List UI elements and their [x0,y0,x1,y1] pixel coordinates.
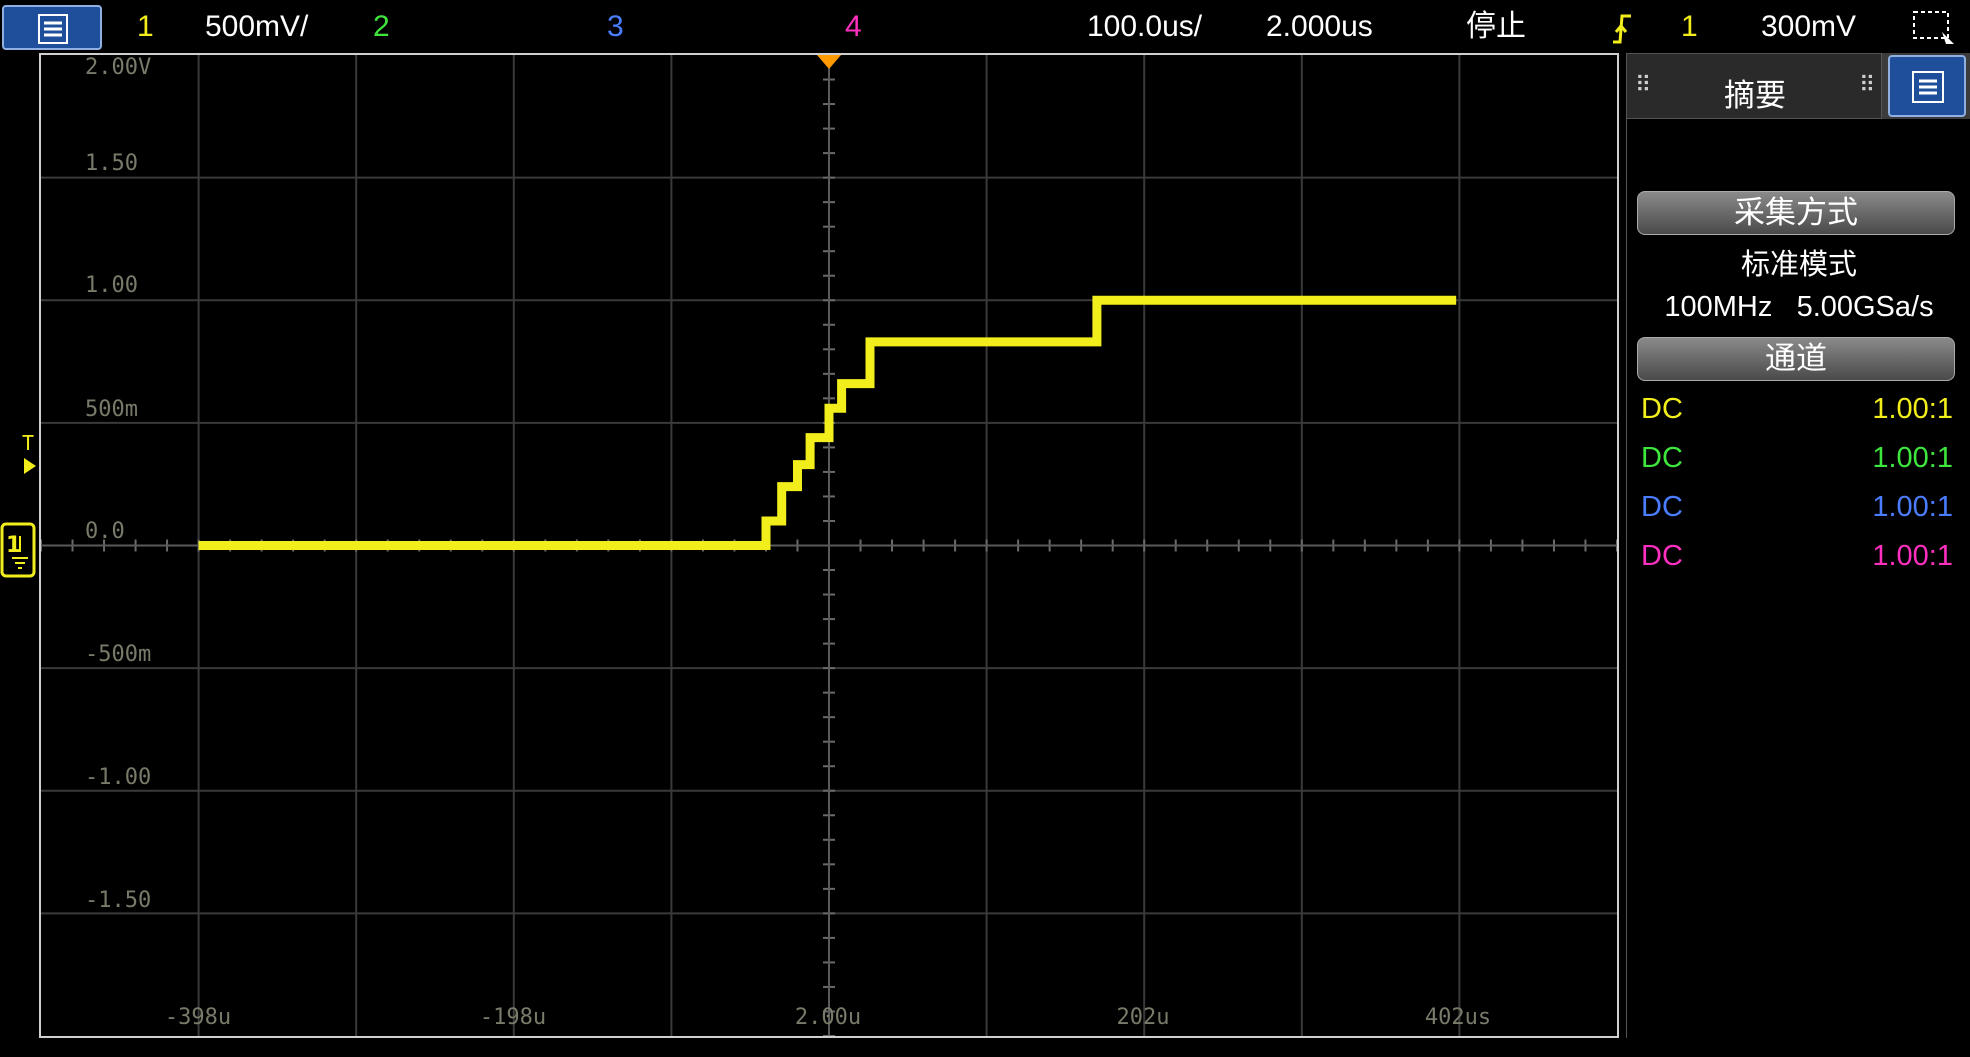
acquisition-mode: 标准模式 [1740,249,1857,281]
ch2-label[interactable]: 2 [373,8,390,46]
ch1-scale[interactable]: 500mV/ [205,8,308,46]
time-label-1: -198u [479,1005,547,1030]
channel-row-2[interactable]: DC 1.00:1 [1641,442,1953,478]
volt-label-4: 0.0 [85,519,125,544]
svg-text:T: T [22,431,34,455]
panel-title: 摘要 [1724,78,1786,113]
volt-label-1: 1.50 [85,151,138,176]
summary-tab[interactable]: ⠿ 摘要 ⠿ [1626,53,1882,119]
time-scale[interactable]: 100.0us/ [1087,8,1202,46]
ch2-probe: 1.00:1 [1872,442,1953,474]
ch1-label[interactable]: 1 [137,8,154,46]
ch4-coupling: DC [1641,540,1683,572]
volt-label-5: -500m [85,642,152,667]
time-label-4: 402us [1424,1005,1492,1030]
trigger-level[interactable]: 300mV [1761,8,1856,46]
waveform-display[interactable]: 2.00V 1.50 1.00 500m 0.0 -500m -1.00 -1.… [39,53,1619,1038]
ch4-label[interactable]: 4 [845,8,862,46]
volt-label-7: -1.50 [85,888,152,913]
trigger-level-marker[interactable]: T [20,430,40,480]
time-label-2: 2.00u [794,1005,862,1030]
sample-rate: 5.00GSa/s [1796,291,1934,323]
volt-label-3: 500m [85,397,138,422]
ch3-label[interactable]: 3 [607,8,624,46]
zoom-box-icon[interactable] [1912,10,1956,46]
trigger-edge-icon[interactable] [1610,12,1634,46]
summary-body: 采集方式 标准模式 100MHz 5.00GSa/s 通道 DC 1.00:1 … [1626,119,1970,1038]
channel-section-button[interactable]: 通道 [1637,337,1955,381]
trigger-source[interactable]: 1 [1681,8,1698,46]
list-icon [1912,71,1944,103]
acquisition-info: 100MHz 5.00GSa/s [1627,291,1970,324]
ch3-coupling: DC [1641,491,1683,523]
ch4-probe: 1.00:1 [1872,540,1953,572]
time-delay[interactable]: 2.000us [1266,8,1373,46]
graticule [41,55,1617,1036]
run-state[interactable]: 停止 [1466,8,1526,46]
time-label-3: 202u [1116,1005,1170,1030]
channel-row-4[interactable]: DC 1.00:1 [1641,540,1953,576]
drag-grip-right-icon[interactable]: ⠿ [1859,74,1875,96]
panel-menu-button[interactable] [1888,55,1966,117]
channel-row-3[interactable]: DC 1.00:1 [1641,491,1953,527]
volt-label-2: 1.00 [85,273,138,298]
volt-label-6: -1.00 [85,765,152,790]
acquisition-section-button[interactable]: 采集方式 [1637,191,1955,235]
ch2-coupling: DC [1641,442,1683,474]
summary-panel: ⠿ 摘要 ⠿ 采集方式 标准模式 100MHz 5.00GSa/s 通道 DC … [1626,53,1970,1038]
ch1-ground-marker[interactable]: 1 [0,522,38,578]
channel-row-1[interactable]: DC 1.00:1 [1641,393,1953,429]
time-label-0: -398u [164,1005,232,1030]
trigger-position-marker [817,55,841,69]
ch1-probe: 1.00:1 [1872,393,1953,425]
menu-icon [38,14,68,44]
bandwidth: 100MHz [1664,291,1773,323]
bottom-strip [0,1038,1970,1057]
ch3-probe: 1.00:1 [1872,491,1953,523]
ch1-coupling: DC [1641,393,1683,425]
top-status-bar: 1 500mV/ 2 3 4 100.0us/ 2.000us 停止 1 300… [0,0,1970,54]
volt-label-0: 2.00V [85,55,152,80]
main-menu-button[interactable] [2,5,102,50]
